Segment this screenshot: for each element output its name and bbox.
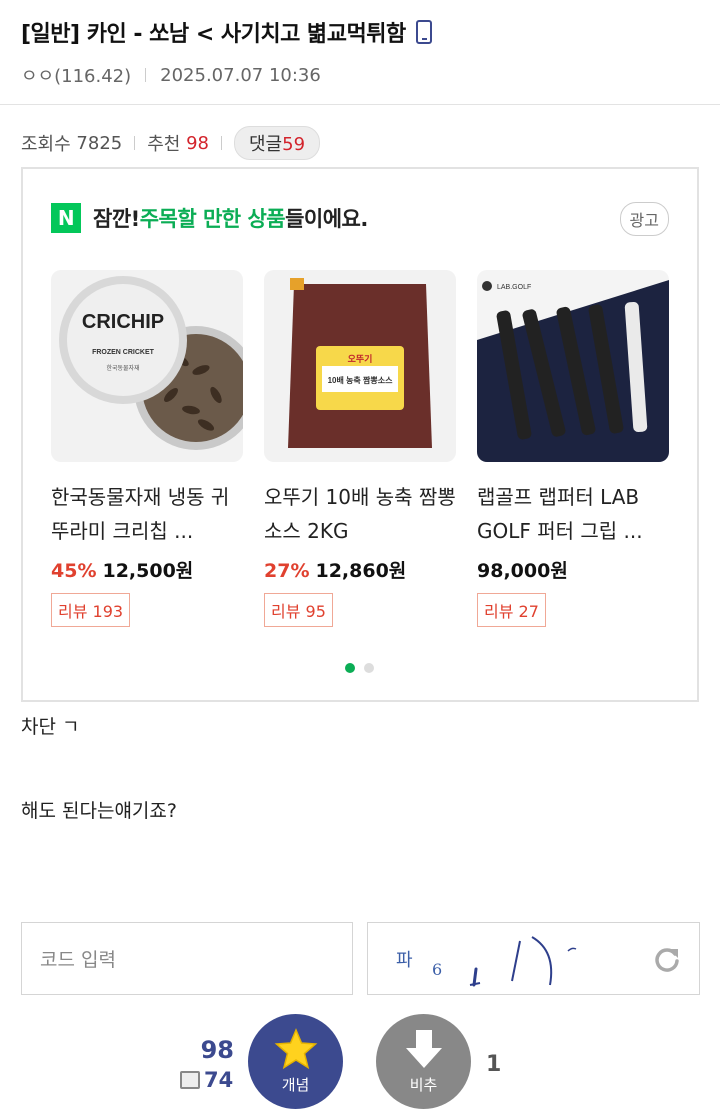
svg-text:파: 파: [396, 950, 413, 971]
ad-heading: N 잠깐! 주목할 만한 상품 들이에요.: [51, 203, 368, 233]
product-review-badge: 리뷰 95: [264, 593, 333, 627]
svg-text:한국동물자재: 한국동물자재: [106, 364, 139, 372]
ad-heading-post: 들이에요.: [285, 207, 368, 231]
carousel-dot[interactable]: [364, 663, 374, 673]
recommend-label: 추천: [147, 134, 181, 155]
product-card[interactable]: 오뚜기 10배 농축 짬뽕소스 오뚜기 10배 농축 짬뽕 소스 2KG 27%…: [264, 270, 456, 627]
product-card[interactable]: LAB.GOLF 랩골프 랩퍼터 LAB GOLF 퍼터 그립 ... 98,0…: [477, 270, 669, 627]
downvote-count: 1: [486, 1052, 502, 1077]
product-name[interactable]: 랩골프 랩퍼터 LAB GOLF 퍼터 그립 ...: [477, 480, 669, 548]
product-discount: 27%: [264, 560, 310, 582]
svg-text:FROZEN CRICKET: FROZEN CRICKET: [92, 349, 155, 356]
post-date: 2025.07.07 10:36: [160, 64, 321, 86]
stats-divider: [134, 136, 136, 150]
fix-count: 74: [204, 1068, 234, 1092]
meta-divider: [145, 68, 147, 82]
product-discount: 45%: [51, 560, 97, 582]
post-body-line: 해도 된다는얘기죠?: [21, 800, 177, 822]
product-price-row: 45% 12,500원: [51, 556, 243, 583]
post-body-line: 차단 ㄱ: [21, 716, 80, 738]
upvote-label: 개념: [281, 1076, 310, 1094]
carousel-pagination: [345, 663, 374, 673]
views-label: 조회수: [21, 134, 71, 155]
upvote-button[interactable]: 개념: [248, 1014, 343, 1109]
product-image-cricket[interactable]: CRICHIP FROZEN CRICKET 한국동물자재: [51, 270, 243, 462]
svg-text:6: 6: [432, 960, 442, 979]
product-image-golf-grip[interactable]: LAB.GOLF: [477, 270, 669, 462]
fix-count-row: 74: [180, 1068, 233, 1092]
naver-logo-icon: N: [51, 203, 81, 233]
fix-icon: [180, 1071, 200, 1089]
product-price: 12,500원: [102, 560, 194, 582]
refresh-icon[interactable]: [653, 945, 681, 973]
comment-label: 댓글: [249, 134, 283, 155]
product-name[interactable]: 한국동물자재 냉동 귀뚜라미 크리칩 ...: [51, 480, 243, 548]
recommend-count: 98: [186, 132, 209, 154]
vote-area: 98 74 개념 비추 1: [0, 1010, 720, 1120]
ad-heading-highlight: 주목할 만한 상품: [139, 207, 286, 231]
author-name[interactable]: ㅇㅇ(116.42): [21, 62, 131, 88]
carousel-dot-active[interactable]: [345, 663, 355, 673]
mobile-icon: [415, 20, 432, 44]
header-divider: [0, 104, 720, 105]
product-price-row: 98,000원: [477, 556, 669, 583]
ad-heading-pre: 잠깐!: [93, 207, 140, 231]
svg-text:10배 농축 짬뽕소스: 10배 농축 짬뽕소스: [328, 375, 394, 385]
svg-text:LAB.GOLF: LAB.GOLF: [497, 284, 531, 291]
product-image-sauce[interactable]: 오뚜기 10배 농축 짬뽕소스: [264, 270, 456, 462]
product-list: CRICHIP FROZEN CRICKET 한국동물자재 한국동물자재 냉동 …: [51, 270, 669, 627]
svg-text:오뚜기: 오뚜기: [348, 353, 373, 364]
downvote-button[interactable]: 비추: [376, 1014, 471, 1109]
views-count: 7825: [76, 132, 123, 154]
captcha-image: 파 6: [367, 922, 700, 995]
product-review-badge: 리뷰 193: [51, 593, 131, 627]
product-card[interactable]: CRICHIP FROZEN CRICKET 한국동물자재 한국동물자재 냉동 …: [51, 270, 243, 627]
captcha-code-input[interactable]: 코드 입력: [21, 922, 353, 995]
captcha-placeholder: 코드 입력: [40, 949, 116, 971]
ad-badge[interactable]: 광고: [619, 202, 669, 236]
upvote-count: 98: [200, 1036, 234, 1064]
comment-count: 59: [282, 134, 306, 155]
product-price: 98,000원: [477, 560, 568, 582]
star-icon: [274, 1028, 317, 1070]
downvote-label: 비추: [409, 1076, 438, 1094]
stats-divider: [221, 136, 222, 150]
svg-text:CRICHIP: CRICHIP: [82, 311, 164, 333]
product-name[interactable]: 오뚜기 10배 농축 짬뽕 소스 2KG: [264, 480, 456, 548]
post-stats: 조회수 7825 추천 98 댓글59: [21, 126, 321, 160]
product-price: 12,860원: [315, 560, 407, 582]
product-review-badge: 리뷰 27: [477, 593, 546, 627]
post-title: [일반] 카인 - 쏘남 < 사기치고 볆교먹튀함: [21, 22, 406, 47]
post-title-row: [일반] 카인 - 쏘남 < 사기치고 볆교먹튀함: [21, 16, 700, 48]
arrow-down-icon: [405, 1030, 442, 1068]
comment-button[interactable]: 댓글59: [234, 126, 321, 160]
ad-carousel: N 잠깐! 주목할 만한 상품 들이에요. 광고 CRICHIP FROZEN …: [21, 167, 699, 702]
captcha-drawing: 파 6: [396, 936, 577, 987]
product-price-row: 27% 12,860원: [264, 556, 456, 583]
post-meta: ㅇㅇ(116.42) 2025.07.07 10:36: [21, 62, 321, 88]
